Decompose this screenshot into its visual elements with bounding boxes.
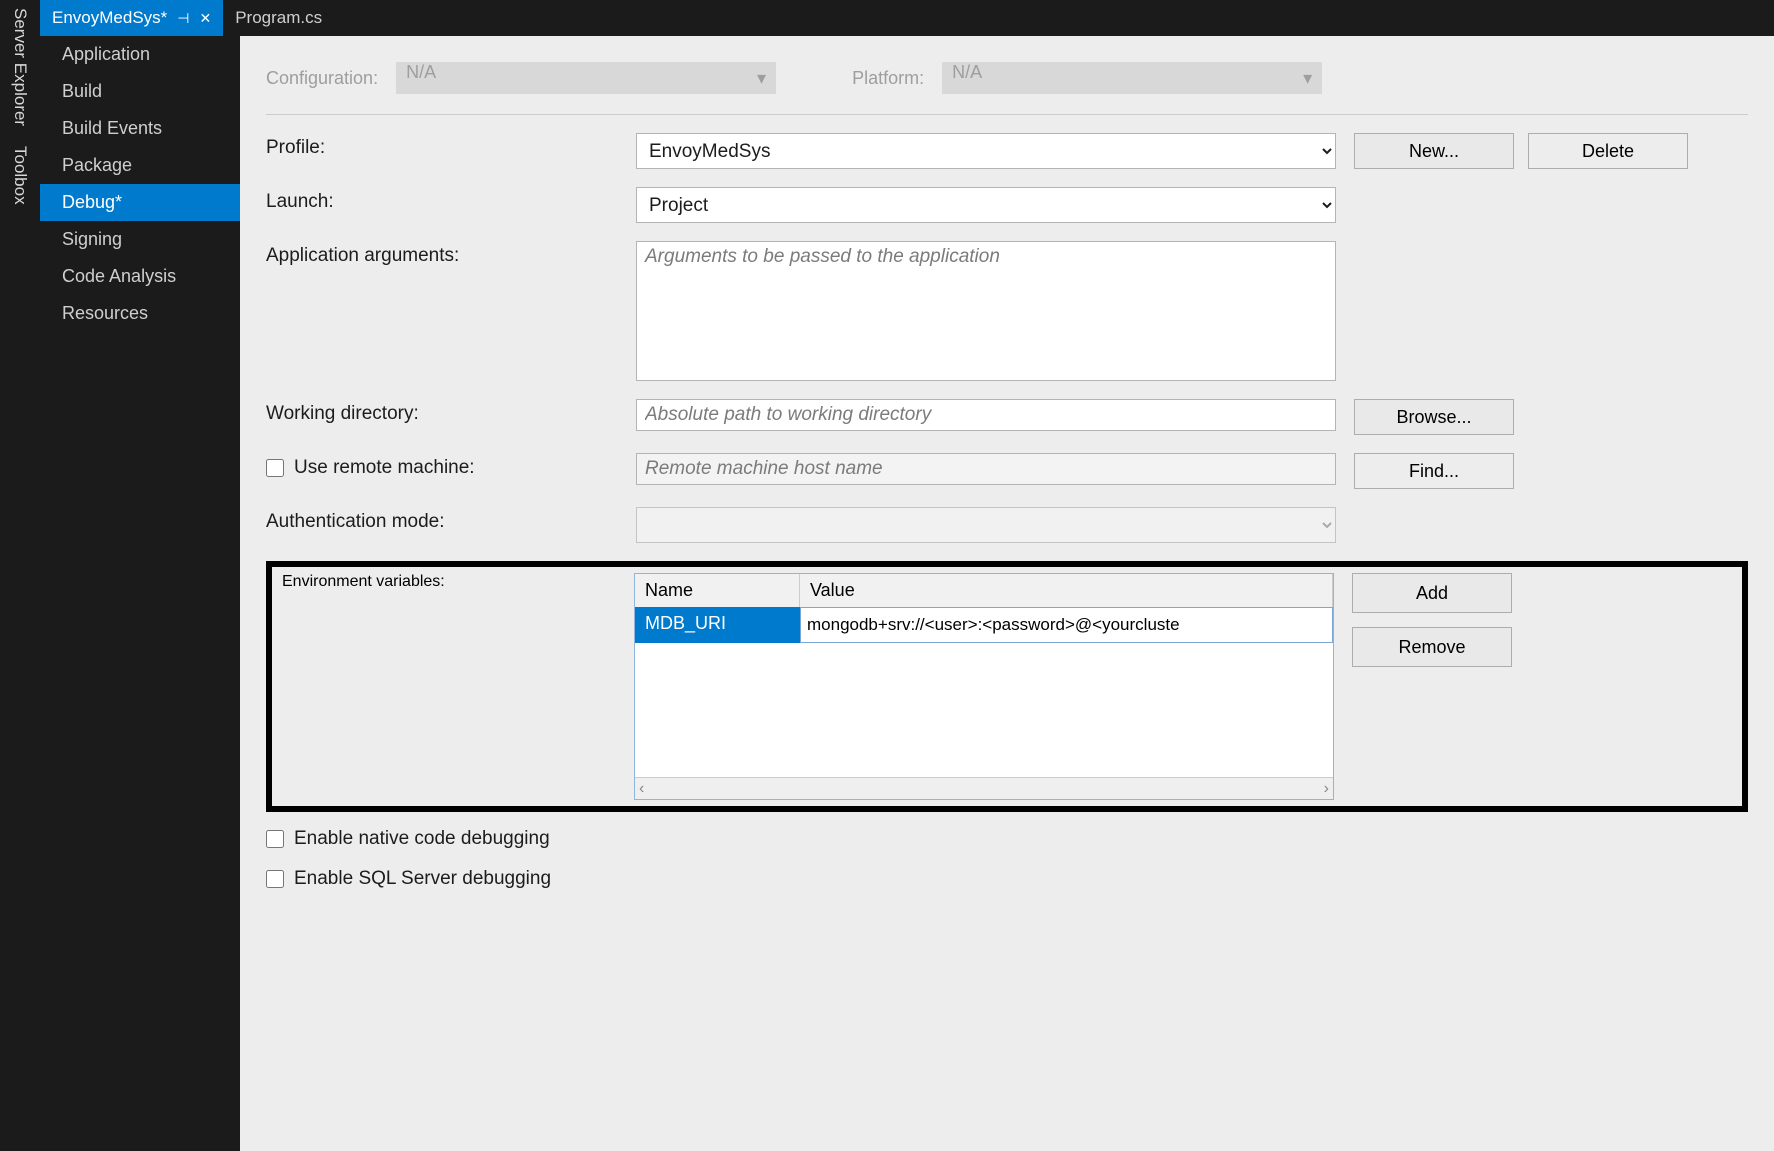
launch-label: Launch:	[266, 187, 636, 213]
nav-package[interactable]: Package	[40, 147, 240, 184]
sql-debug-label: Enable SQL Server debugging	[294, 868, 551, 890]
env-header-name: Name	[635, 574, 800, 607]
document-tabstrip: EnvoyMedSys* ⊣ ✕ Program.cs	[40, 0, 1774, 36]
rail-toolbox[interactable]: Toolbox	[0, 138, 30, 205]
scroll-left-icon[interactable]: ‹	[639, 780, 644, 798]
configuration-label: Configuration:	[266, 68, 378, 89]
remote-machine-input[interactable]	[266, 459, 284, 477]
rail-server-explorer[interactable]: Server Explorer	[0, 0, 30, 126]
nav-resources[interactable]: Resources	[40, 295, 240, 332]
native-debug-label: Enable native code debugging	[294, 828, 550, 850]
nav-build-events[interactable]: Build Events	[40, 110, 240, 147]
tool-window-rail: Server Explorer Toolbox	[0, 0, 40, 1151]
workdir-input[interactable]	[636, 399, 1336, 431]
debug-properties-page: Configuration: N/A ▾ Platform: N/A ▾ Pro…	[240, 36, 1774, 1151]
tab-programcs[interactable]: Program.cs	[223, 0, 334, 36]
env-row-name[interactable]: MDB_URI	[635, 607, 800, 643]
app-args-textarea[interactable]	[636, 241, 1336, 381]
remote-machine-checkbox[interactable]: Use remote machine:	[266, 457, 636, 479]
configuration-value: N/A	[406, 62, 436, 82]
env-remove-button[interactable]: Remove	[1352, 627, 1512, 667]
close-icon[interactable]: ✕	[199, 10, 211, 27]
nav-application[interactable]: Application	[40, 36, 240, 73]
env-add-button[interactable]: Add	[1352, 573, 1512, 613]
profile-label: Profile:	[266, 133, 636, 159]
sql-debug-input[interactable]	[266, 870, 284, 888]
nav-signing[interactable]: Signing	[40, 221, 240, 258]
env-label: Environment variables:	[282, 573, 634, 591]
delete-profile-button[interactable]: Delete	[1528, 133, 1688, 169]
platform-combo: N/A ▾	[942, 62, 1322, 94]
env-header-value: Value	[800, 574, 1333, 607]
env-row-value-input[interactable]	[800, 607, 1333, 643]
chevron-down-icon: ▾	[1303, 68, 1312, 89]
sql-debug-checkbox[interactable]: Enable SQL Server debugging	[266, 868, 551, 890]
remote-host-input	[636, 453, 1336, 485]
nav-code-analysis[interactable]: Code Analysis	[40, 258, 240, 295]
launch-select[interactable]: Project	[636, 187, 1336, 223]
auth-label: Authentication mode:	[266, 507, 636, 533]
env-grid-header: Name Value	[635, 574, 1333, 607]
pin-icon[interactable]: ⊣	[177, 10, 189, 27]
new-profile-button[interactable]: New...	[1354, 133, 1514, 169]
native-debug-checkbox[interactable]: Enable native code debugging	[266, 828, 550, 850]
platform-value: N/A	[952, 62, 982, 82]
env-grid-scrollbar[interactable]: ‹ ›	[635, 777, 1333, 799]
tab-label: EnvoyMedSys*	[52, 8, 167, 28]
find-button[interactable]: Find...	[1354, 453, 1514, 489]
native-debug-input[interactable]	[266, 830, 284, 848]
tab-envoymedsys[interactable]: EnvoyMedSys* ⊣ ✕	[40, 0, 223, 36]
chevron-down-icon: ▾	[757, 68, 766, 89]
nav-build[interactable]: Build	[40, 73, 240, 110]
env-row[interactable]: MDB_URI	[635, 607, 1333, 643]
property-page-nav: Application Build Build Events Package D…	[40, 36, 240, 1151]
scroll-right-icon[interactable]: ›	[1324, 780, 1329, 798]
app-args-label: Application arguments:	[266, 241, 636, 267]
platform-label: Platform:	[852, 68, 924, 89]
auth-select	[636, 507, 1336, 543]
remote-machine-label: Use remote machine:	[294, 457, 475, 479]
env-variables-group: Environment variables: Name Value MDB_UR…	[266, 561, 1748, 812]
workdir-label: Working directory:	[266, 399, 636, 425]
tab-label: Program.cs	[235, 8, 322, 28]
configuration-combo: N/A ▾	[396, 62, 776, 94]
browse-button[interactable]: Browse...	[1354, 399, 1514, 435]
env-grid[interactable]: Name Value MDB_URI ‹ ›	[634, 573, 1334, 800]
nav-debug[interactable]: Debug*	[40, 184, 240, 221]
profile-select[interactable]: EnvoyMedSys	[636, 133, 1336, 169]
